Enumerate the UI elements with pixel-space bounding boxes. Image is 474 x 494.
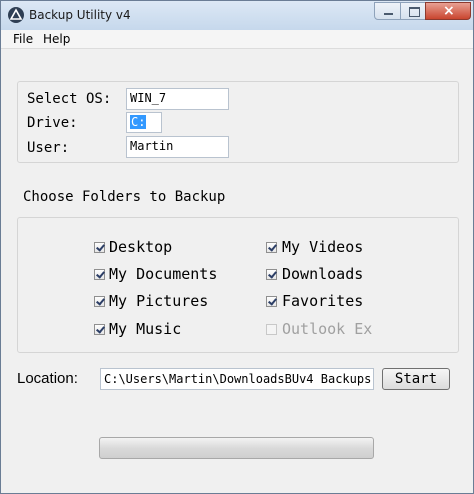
my-music-label: My Music [109, 320, 182, 338]
outlook-express-checkbox [266, 324, 277, 335]
outlook-express-label: Outlook Ex [282, 320, 373, 338]
my-music-checkbox[interactable] [94, 324, 105, 335]
menu-help[interactable]: Help [43, 32, 70, 46]
window-title: Backup Utility v4 [29, 8, 131, 22]
my-videos-label: My Videos [282, 238, 364, 256]
start-button[interactable]: Start [382, 368, 450, 390]
maximize-button[interactable] [400, 2, 426, 20]
select-os-label: Select OS: [27, 91, 112, 107]
my-pictures-label: My Pictures [109, 292, 209, 310]
folders-heading: Choose Folders to Backup [23, 189, 226, 205]
my-videos-checkbox[interactable] [266, 242, 277, 253]
downloads-checkbox[interactable] [266, 269, 277, 280]
downloads-label: Downloads [282, 265, 364, 283]
minimize-button[interactable] [374, 2, 401, 20]
maximize-icon [409, 7, 420, 17]
menu-bar: File Help [1, 30, 473, 49]
favorites-label: Favorites [282, 292, 364, 310]
desktop-checkbox[interactable] [94, 242, 105, 253]
drive-input[interactable]: C: [126, 112, 162, 133]
my-documents-label: My Documents [109, 265, 218, 283]
close-button[interactable]: × [425, 2, 471, 20]
my-documents-checkbox[interactable] [94, 269, 105, 280]
folders-group [17, 217, 459, 353]
title-bar[interactable]: Backup Utility v4 × [1, 1, 473, 31]
location-label: Location: [17, 370, 78, 387]
os-input[interactable]: WIN_7 [126, 88, 229, 110]
drive-value: C: [130, 115, 147, 129]
backup-progress-bar [99, 437, 374, 459]
user-input[interactable]: Martin [126, 136, 229, 158]
minimize-icon [384, 13, 393, 15]
location-input[interactable]: C:\Users\Martin\DownloadsBUv4 Backups [100, 368, 374, 390]
app-window: Backup Utility v4 × File Help Select OS:… [0, 0, 474, 494]
favorites-checkbox[interactable] [266, 296, 277, 307]
drive-label: Drive: [27, 115, 78, 131]
menu-file[interactable]: File [13, 32, 33, 46]
app-logo-icon [8, 7, 24, 23]
user-label: User: [27, 140, 70, 156]
close-icon: × [443, 3, 455, 19]
desktop-label: Desktop [109, 238, 173, 256]
my-pictures-checkbox[interactable] [94, 296, 105, 307]
